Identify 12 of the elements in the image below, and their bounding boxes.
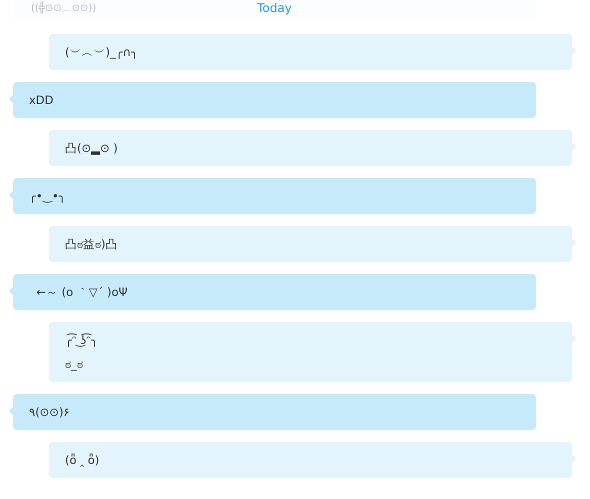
message-text: (ȫ ‸ ȫ): [65, 452, 100, 469]
message-text: 凸ಠ益ಠ)凸: [65, 236, 118, 253]
message-text: xDD: [29, 92, 55, 109]
message-text: ←～ (o ｀▽´ )oΨ: [35, 284, 129, 301]
message-text: ╭͡ᵔ ͜ʖ͡ᵔ╮: [65, 332, 99, 349]
message-text: ٩(⊙⊙)۶: [29, 404, 71, 421]
date-label: Today: [257, 0, 292, 17]
message-text: ಠ_ಠ: [65, 356, 84, 373]
faded-message-text: ((╬⊙⊙﹏⊙⊙)): [31, 1, 96, 16]
message-text: (︶︿︶)_╭∩╮: [65, 44, 139, 61]
message-text: 凸(⊙▂⊙ ): [65, 140, 119, 157]
message-text: ╭•‿•╮: [29, 188, 67, 205]
